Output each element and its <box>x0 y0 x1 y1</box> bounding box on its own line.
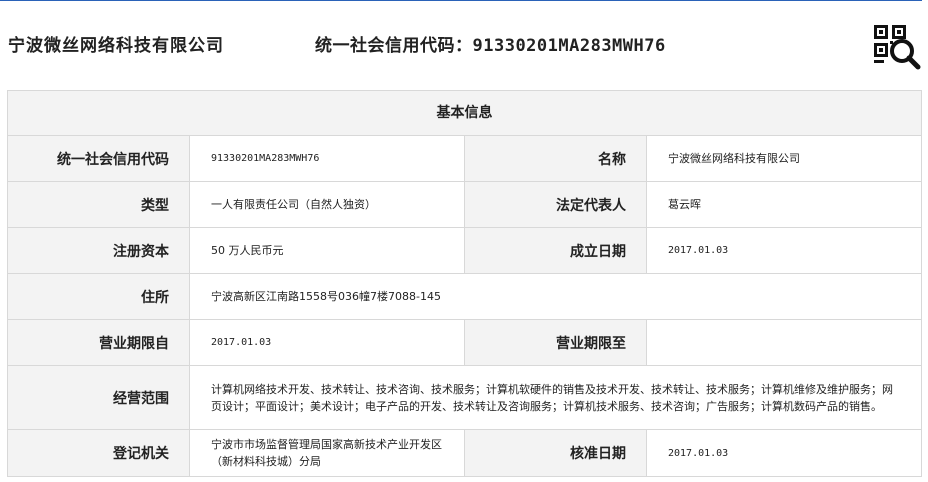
field-label: 法定代表人 <box>465 182 647 227</box>
field-value: 2017.01.03 <box>190 320 465 365</box>
table-row: 类型 一人有限责任公司（自然人独资） 法定代表人 葛云晖 <box>8 182 921 228</box>
basic-info-table: 基本信息 统一社会信用代码 91330201MA283MWH76 名称 宁波微丝… <box>7 90 922 477</box>
field-label: 类型 <box>8 182 190 227</box>
field-value: 计算机网络技术开发、技术转让、技术咨询、技术服务；计算机软硬件的销售及技术开发、… <box>211 382 893 413</box>
table-row: 登记机关 宁波市市场监督管理局国家高新技术产业开发区（新材料科技城）分局 核准日… <box>8 430 921 476</box>
field-value: 宁波微丝网络科技有限公司 <box>668 152 800 165</box>
field-value: 2017.01.03 <box>668 447 729 459</box>
credit-code-label: 统一社会信用代码： <box>315 36 473 56</box>
field-value: 宁波市市场监督管理局国家高新技术产业开发区（新材料科技城）分局 <box>190 430 465 476</box>
page-header: 宁波微丝网络科技有限公司 统一社会信用代码：91330201MA283MWH76 <box>0 0 928 86</box>
field-label: 经营范围 <box>8 366 190 429</box>
field-value: 宁波高新区江南路1558号036幢7楼7088-145 <box>211 290 441 303</box>
field-label: 核准日期 <box>465 430 647 476</box>
table-row: 经营范围 计算机网络技术开发、技术转让、技术咨询、技术服务；计算机软硬件的销售及… <box>8 366 921 430</box>
field-value <box>647 320 921 365</box>
field-label: 营业期限至 <box>465 320 647 365</box>
credit-code-value: 91330201MA283MWH76 <box>472 36 666 56</box>
table-row: 住所 宁波高新区江南路1558号036幢7楼7088-145 <box>8 274 921 320</box>
table-title: 基本信息 <box>8 91 921 136</box>
field-label: 统一社会信用代码 <box>8 136 190 181</box>
field-value: 50 万人民币元 <box>190 228 465 273</box>
field-label: 注册资本 <box>8 228 190 273</box>
field-label: 登记机关 <box>8 430 190 476</box>
field-label: 成立日期 <box>465 228 647 273</box>
table-row: 统一社会信用代码 91330201MA283MWH76 名称 宁波微丝网络科技有… <box>8 136 921 182</box>
field-label: 营业期限自 <box>8 320 190 365</box>
qr-search-icon[interactable] <box>872 23 922 71</box>
company-name: 宁波微丝网络科技有限公司 <box>8 36 224 56</box>
field-label: 名称 <box>465 136 647 181</box>
table-row: 注册资本 50 万人民币元 成立日期 2017.01.03 <box>8 228 921 274</box>
field-value: 一人有限责任公司（自然人独资） <box>190 182 465 227</box>
credit-code-heading: 统一社会信用代码：91330201MA283MWH76 <box>315 31 666 56</box>
field-value: 91330201MA283MWH76 <box>190 136 465 181</box>
field-value: 葛云晖 <box>668 198 701 211</box>
field-value: 2017.01.03 <box>668 245 729 256</box>
table-row: 营业期限自 2017.01.03 营业期限至 <box>8 320 921 366</box>
field-label: 住所 <box>8 274 190 319</box>
